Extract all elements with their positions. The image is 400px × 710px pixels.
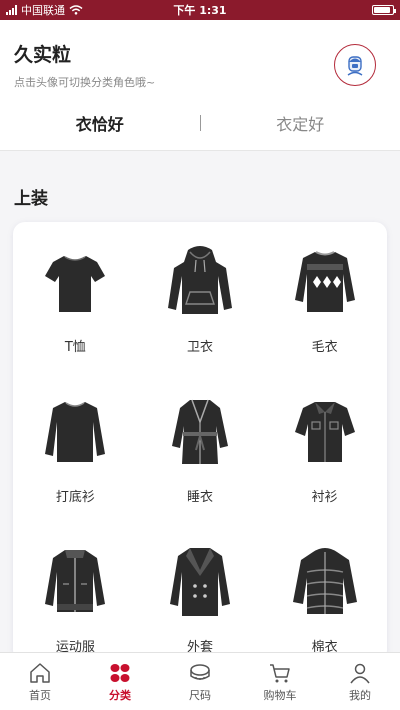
avatar-button[interactable] xyxy=(334,44,376,86)
category-label: 毛衣 xyxy=(311,340,338,355)
category-grid: T恤 卫衣 毛衣 打底衫 睡衣 衬衫 运动服 外套 棉衣 xyxy=(13,222,387,662)
sweater-icon xyxy=(294,251,355,312)
nav-cart[interactable]: 购物车 xyxy=(240,653,320,710)
battery-icon xyxy=(372,5,396,15)
nav-size[interactable]: 尺码 xyxy=(160,653,240,710)
nav-label: 购物车 xyxy=(263,688,297,702)
category-item-sweater[interactable]: 毛衣 xyxy=(262,242,387,392)
divider xyxy=(0,150,400,151)
user-icon xyxy=(350,663,370,683)
tab-yi-qia-hao[interactable]: 衣恰好 xyxy=(0,111,200,135)
category-item-tshirt[interactable]: T恤 xyxy=(13,242,138,392)
nav-mine[interactable]: 我的 xyxy=(320,653,400,710)
home-icon xyxy=(30,662,50,683)
category-item-shirt[interactable]: 衬衫 xyxy=(262,392,387,542)
signal-icon xyxy=(6,5,17,15)
track-jacket-icon xyxy=(45,550,106,612)
puffer-icon xyxy=(292,548,357,614)
longsleeve-icon xyxy=(45,402,106,462)
avatar-hint: 点击头像可切换分类角色哦~ xyxy=(14,76,156,89)
coat-icon xyxy=(169,548,230,616)
nav-label: 尺码 xyxy=(189,688,211,702)
category-label: 睡衣 xyxy=(186,490,213,505)
category-card: T恤 卫衣 毛衣 打底衫 睡衣 衬衫 运动服 外套 棉衣 xyxy=(13,222,387,662)
hoodie-icon xyxy=(167,246,232,314)
category-icon xyxy=(110,663,130,682)
measure-tape-icon xyxy=(190,663,210,680)
avatar-icon xyxy=(347,56,363,76)
category-item-base-layer[interactable]: 打底衫 xyxy=(13,392,138,542)
section-title: 上装 xyxy=(14,189,48,209)
bottom-nav: 首页 分类 尺码 购物车 我的 xyxy=(0,652,400,710)
category-item-sportswear[interactable]: 运动服 xyxy=(13,542,138,662)
carrier-label: 中国联通 xyxy=(21,4,65,17)
cart-icon xyxy=(270,663,290,682)
role-tabs: 衣恰好 衣定好 xyxy=(0,100,400,146)
category-item-pajamas[interactable]: 睡衣 xyxy=(138,392,263,542)
category-label: 打底衫 xyxy=(55,490,95,505)
clock: 下午 1:31 xyxy=(173,4,227,17)
category-label: 卫衣 xyxy=(186,340,213,355)
tshirt-icon xyxy=(45,256,106,312)
category-item-padded-coat[interactable]: 棉衣 xyxy=(262,542,387,662)
category-label: 衬衫 xyxy=(311,490,338,505)
shirt-icon xyxy=(294,402,355,462)
status-bar: 中国联通 下午 1:31 xyxy=(0,0,400,20)
nav-label: 首页 xyxy=(29,688,51,702)
nav-label: 分类 xyxy=(109,688,131,702)
nav-label: 我的 xyxy=(349,688,371,702)
robe-icon xyxy=(171,399,228,464)
category-label: T恤 xyxy=(64,340,86,355)
profile-header: 久实粒 点击头像可切换分类角色哦~ 衣恰好 衣定好 xyxy=(0,20,400,150)
tab-yi-ding-hao[interactable]: 衣定好 xyxy=(201,111,400,135)
category-item-coat[interactable]: 外套 xyxy=(138,542,263,662)
nav-home[interactable]: 首页 xyxy=(0,653,80,710)
username: 久实粒 xyxy=(14,44,72,66)
category-item-hoodie[interactable]: 卫衣 xyxy=(138,242,263,392)
nav-category[interactable]: 分类 xyxy=(80,653,160,710)
wifi-icon xyxy=(69,5,83,15)
